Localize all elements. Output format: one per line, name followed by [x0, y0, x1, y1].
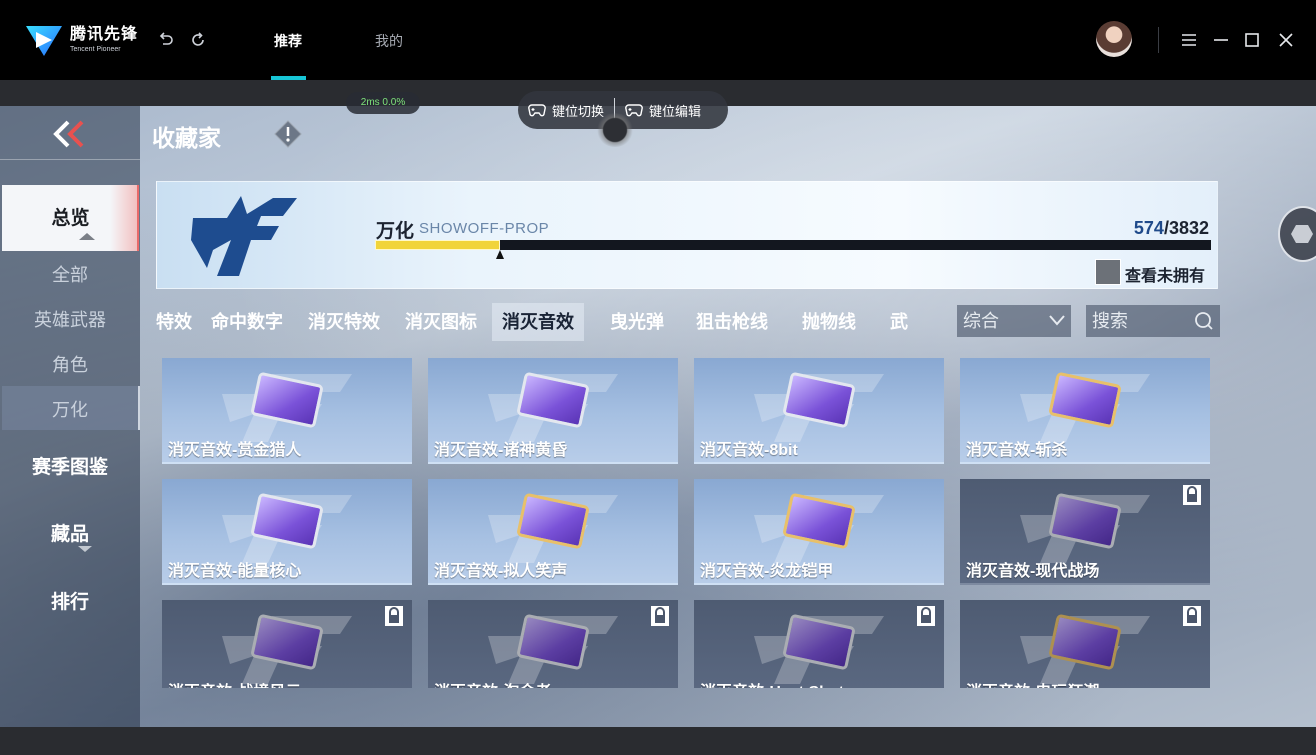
progress-marker	[496, 250, 505, 259]
sidebar-item-collectibles[interactable]: 藏品	[0, 519, 140, 546]
close-icon[interactable]	[1276, 30, 1296, 50]
page-title: 收藏家	[152, 125, 221, 151]
tab-kill-effects[interactable]: 消灭特效	[308, 303, 380, 341]
menu-icon[interactable]	[1179, 30, 1199, 50]
tab-kill-icons[interactable]: 消灭图标	[405, 303, 477, 341]
game-viewport: 总览 全部 英雄武器 角色 万化 赛季图鉴 藏品 排行 收藏家 万化 SHOWO…	[0, 106, 1316, 727]
lock-icon	[385, 606, 403, 626]
item-card[interactable]: 消灭音效-斩杀	[960, 358, 1210, 464]
titlebar-divider	[1158, 27, 1159, 53]
app-logo: 腾讯先锋 Tencent Pioneer	[24, 22, 138, 58]
sort-dropdown[interactable]: 综合	[957, 305, 1071, 337]
item-card[interactable]: 消灭音效-现代战场	[960, 479, 1210, 585]
chevron-down-icon	[78, 546, 92, 552]
item-card-label: 消灭音效-现代战场	[966, 563, 1100, 580]
category-name: 万化	[376, 221, 415, 242]
tab-weapons[interactable]: 武	[890, 303, 908, 341]
tab-sniper-lines[interactable]: 狙击枪线	[696, 303, 768, 341]
gamepad-icon	[528, 104, 546, 117]
show-unowned-checkbox[interactable]	[1095, 259, 1121, 285]
undo-icon[interactable]	[156, 30, 176, 50]
item-card-label: 消灭音效-战境风云	[168, 678, 301, 688]
gamepad-icon	[625, 104, 643, 117]
tab-tracer-rounds[interactable]: 曳光弹	[610, 303, 664, 341]
sidebar-item-wanhua[interactable]: 万化	[0, 396, 140, 422]
category-tabs: 特效 命中数字 消灭特效 消灭图标 消灭音效 曳光弹 狙击枪线 抛物线 武	[156, 303, 910, 341]
app-titlebar: 腾讯先锋 Tencent Pioneer 推荐 我的	[0, 0, 1316, 80]
virtual-joystick[interactable]	[596, 113, 634, 147]
lock-icon	[651, 606, 669, 626]
game-bottom-strip	[0, 727, 1316, 755]
refresh-icon[interactable]	[188, 30, 208, 50]
sidebar-item-hero-weapons[interactable]: 英雄武器	[0, 306, 140, 332]
lock-icon	[1183, 485, 1201, 505]
maximize-icon[interactable]	[1242, 30, 1262, 50]
item-card[interactable]: 消灭音效-诸神黄昏	[428, 358, 678, 464]
item-grid: 消灭音效-赏金猎人 消灭音效-诸神黄昏 消灭音效-8bit 消灭音效-斩杀消灭音效-能…	[162, 358, 1212, 688]
avatar[interactable]	[1096, 21, 1132, 57]
item-card-label: 消灭音效-斩杀	[966, 442, 1068, 459]
info-icon[interactable]	[274, 120, 302, 148]
keymap-switch-label: 键位切换	[552, 103, 605, 119]
app-name-en: Tencent Pioneer	[70, 46, 121, 53]
item-card-label: 消灭音效-诸神黄昏	[434, 442, 568, 459]
crossfire-logo-icon	[191, 196, 297, 276]
collection-count: 574/3832	[1134, 218, 1209, 239]
keymap-edit-label: 键位编辑	[649, 103, 702, 119]
item-card[interactable]: 消灭音效-Heat Shot	[694, 600, 944, 688]
item-card[interactable]: 消灭音效-能量核心	[162, 479, 412, 585]
item-card[interactable]: 消灭音效-淘金者	[428, 600, 678, 688]
item-card[interactable]: 消灭音效-赏金猎人	[162, 358, 412, 464]
hexagon-icon	[1291, 225, 1313, 243]
tab-mine[interactable]: 我的	[375, 31, 403, 51]
app-name: 腾讯先锋	[70, 26, 139, 43]
tab-effects[interactable]: 特效	[156, 303, 192, 341]
back-button[interactable]	[0, 106, 140, 160]
total-count: 3832	[1168, 218, 1209, 238]
item-card-label: 消灭音效-拟人笑声	[434, 563, 568, 580]
collection-sidebar: 总览 全部 英雄武器 角色 万化 赛季图鉴 藏品 排行	[0, 106, 140, 727]
tab-kill-sounds[interactable]: 消灭音效	[492, 303, 584, 341]
search-placeholder: 搜索	[1092, 311, 1128, 331]
show-unowned-label[interactable]: 查看未拥有	[1125, 262, 1205, 286]
sidebar-item-overview[interactable]: 总览	[2, 185, 139, 251]
item-card-label: 消灭音效-淘金者	[434, 678, 551, 688]
double-chevron-left-icon	[53, 120, 84, 148]
item-card-label: 消灭音效-电玩狂潮	[966, 678, 1099, 688]
lock-icon	[1183, 606, 1201, 626]
sort-value: 综合	[963, 311, 999, 331]
chevron-down-icon	[1049, 315, 1065, 326]
sidebar-item-season-album[interactable]: 赛季图鉴	[0, 452, 140, 479]
lock-icon	[917, 606, 935, 626]
sidebar-item-characters[interactable]: 角色	[0, 351, 140, 377]
item-card-label: 消灭音效-赏金猎人	[168, 442, 302, 459]
item-card[interactable]: 消灭音效-电玩狂潮	[960, 600, 1210, 688]
tab-hit-numbers[interactable]: 命中数字	[211, 303, 283, 341]
search-icon[interactable]	[1194, 311, 1214, 331]
item-card-label: 消灭音效-Heat Shot	[700, 678, 844, 688]
network-latency-badge: 2ms 0.0%	[346, 92, 420, 114]
item-card[interactable]: 消灭音效-炎龙铠甲	[694, 479, 944, 585]
category-subtitle: SHOWOFF-PROP	[419, 220, 550, 237]
chevron-up-icon	[79, 233, 95, 240]
sidebar-item-all[interactable]: 全部	[0, 261, 140, 287]
item-card-label: 消灭音效-能量核心	[168, 563, 302, 580]
collection-progress-bar	[375, 240, 1211, 250]
tab-parabola[interactable]: 抛物线	[802, 303, 856, 341]
minimize-icon[interactable]	[1211, 30, 1231, 50]
item-card[interactable]: 消灭音效-战境风云	[162, 600, 412, 688]
tab-recommend[interactable]: 推荐	[274, 31, 302, 51]
collection-progress-fill	[375, 240, 501, 250]
pioneer-logo-icon	[26, 26, 62, 56]
sidebar-item-ranking[interactable]: 排行	[0, 587, 140, 614]
sidebar-overview-label: 总览	[51, 208, 90, 229]
owned-count: 574	[1133, 218, 1164, 238]
item-card-label: 消灭音效-8bit	[700, 442, 798, 459]
collection-progress-banner: 万化 SHOWOFF-PROP 574/3832 查看未拥有	[156, 181, 1218, 289]
item-card[interactable]: 消灭音效-8bit	[694, 358, 944, 464]
search-input[interactable]: 搜索	[1086, 305, 1220, 337]
item-card-label: 消灭音效-炎龙铠甲	[700, 563, 834, 580]
item-card[interactable]: 消灭音效-拟人笑声	[428, 479, 678, 585]
